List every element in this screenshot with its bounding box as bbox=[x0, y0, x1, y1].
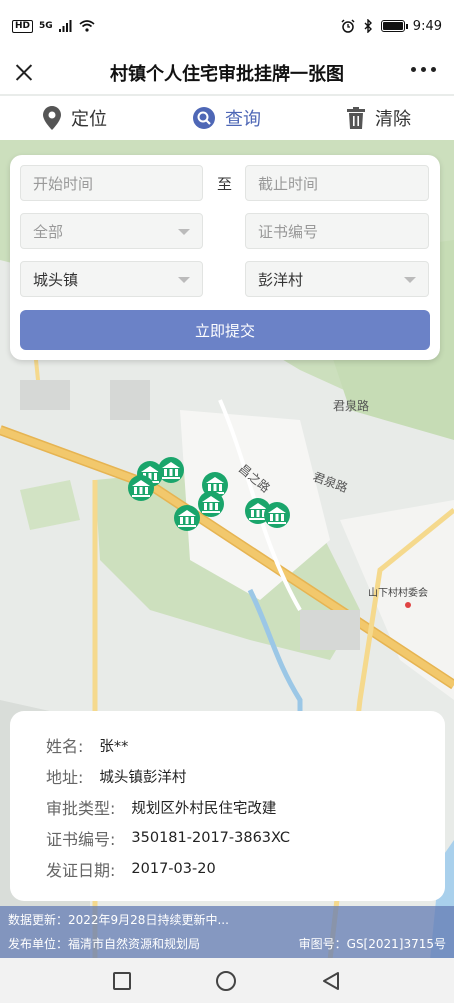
clear-button[interactable]: 清除 bbox=[347, 105, 411, 131]
hd-badge: HD bbox=[12, 19, 34, 33]
location-pin-icon bbox=[43, 106, 61, 130]
start-time-field[interactable]: 开始时间 bbox=[20, 165, 203, 201]
submit-button[interactable]: 立即提交 bbox=[20, 310, 430, 350]
issue-date-label: 发证日期: bbox=[46, 861, 116, 880]
page-title: 村镇个人住宅审批挂牌一张图 bbox=[110, 64, 344, 85]
to-label: 至 bbox=[217, 175, 233, 193]
battery-icon bbox=[380, 20, 408, 32]
clock: 9:49 bbox=[412, 18, 442, 34]
signal-label: 5G bbox=[39, 21, 53, 31]
issue-date-value: 2017-03-20 bbox=[131, 861, 216, 877]
name-row: 姓名: 张** bbox=[46, 733, 128, 757]
village-select[interactable]: 彭洋村 bbox=[245, 261, 429, 297]
town-select-value: 城头镇 bbox=[33, 270, 79, 289]
signal-icon bbox=[58, 20, 72, 32]
system-nav-bar bbox=[0, 958, 454, 1003]
type-select-value: 全部 bbox=[33, 222, 64, 241]
bluetooth-icon bbox=[364, 19, 372, 33]
map-marker[interactable] bbox=[128, 475, 154, 501]
poi-label: 山下村村委会 bbox=[368, 586, 428, 599]
address-row: 地址: 城头镇彭洋村 bbox=[46, 764, 186, 788]
locate-label: 定位 bbox=[71, 109, 107, 130]
data-update-text: 数据更新：2022年9月28日持续更新中... bbox=[8, 913, 229, 927]
end-time-field[interactable]: 截止时间 bbox=[245, 165, 429, 201]
recent-apps-icon[interactable] bbox=[112, 971, 131, 990]
approval-number-text: 审图号：GS[2021]3715号 bbox=[298, 937, 446, 951]
locate-button[interactable]: 定位 bbox=[43, 105, 107, 131]
status-bar: HD 5G 9:49 bbox=[0, 0, 454, 52]
map-marker[interactable] bbox=[158, 457, 184, 483]
map-marker[interactable] bbox=[174, 505, 200, 531]
publisher-text: 发布单位：福清市自然资源和规划局 bbox=[8, 937, 201, 951]
road-label-1: 君泉路 bbox=[333, 398, 369, 413]
chevron-down-icon bbox=[178, 229, 190, 235]
map-marker[interactable] bbox=[264, 502, 290, 528]
address-value: 城头镇彭洋村 bbox=[99, 769, 187, 786]
approval-type-label: 审批类型: bbox=[46, 799, 116, 818]
search-icon bbox=[193, 107, 215, 129]
chevron-down-icon bbox=[404, 277, 416, 283]
back-icon[interactable] bbox=[321, 971, 341, 991]
address-label: 地址: bbox=[46, 768, 84, 787]
footer-bar: 数据更新：2022年9月28日持续更新中... 发布单位：福清市自然资源和规划局… bbox=[0, 906, 454, 958]
toolbar: 定位 查询 清除 bbox=[0, 96, 454, 140]
home-icon[interactable] bbox=[215, 970, 236, 991]
village-select-value: 彭洋村 bbox=[258, 270, 304, 289]
issue-date-row: 发证日期: 2017-03-20 bbox=[46, 857, 216, 881]
town-select[interactable]: 城头镇 bbox=[20, 261, 203, 297]
certificate-value: 350181-2017-3863XC bbox=[131, 830, 291, 846]
alarm-icon bbox=[341, 19, 355, 33]
record-info-card: 姓名: 张** 地址: 城头镇彭洋村 审批类型: 规划区外村民住宅改建 证书编号… bbox=[10, 711, 445, 901]
poi-dot bbox=[405, 602, 411, 608]
certificate-label: 证书编号: bbox=[46, 830, 116, 849]
certificate-number-field[interactable]: 证书编号 bbox=[245, 213, 429, 249]
approval-type-value: 规划区外村民住宅改建 bbox=[131, 800, 277, 817]
approval-type-row: 审批类型: 规划区外村民住宅改建 bbox=[46, 795, 276, 819]
title-bar: 村镇个人住宅审批挂牌一张图 bbox=[0, 52, 454, 94]
search-form: 开始时间 至 截止时间 全部 证书编号 城头镇 彭洋村 立即提交 bbox=[10, 155, 440, 360]
certificate-row: 证书编号: 350181-2017-3863XC bbox=[46, 826, 290, 850]
type-select[interactable]: 全部 bbox=[20, 213, 203, 249]
wifi-icon bbox=[79, 20, 95, 32]
more-options-icon[interactable] bbox=[411, 67, 436, 72]
trash-icon bbox=[347, 107, 365, 129]
clear-label: 清除 bbox=[375, 109, 411, 130]
name-label: 姓名: bbox=[46, 737, 84, 756]
query-button[interactable]: 查询 bbox=[193, 105, 261, 131]
name-value: 张** bbox=[99, 738, 129, 755]
map-marker[interactable] bbox=[198, 491, 224, 517]
query-label: 查询 bbox=[225, 109, 261, 130]
chevron-down-icon bbox=[178, 277, 190, 283]
